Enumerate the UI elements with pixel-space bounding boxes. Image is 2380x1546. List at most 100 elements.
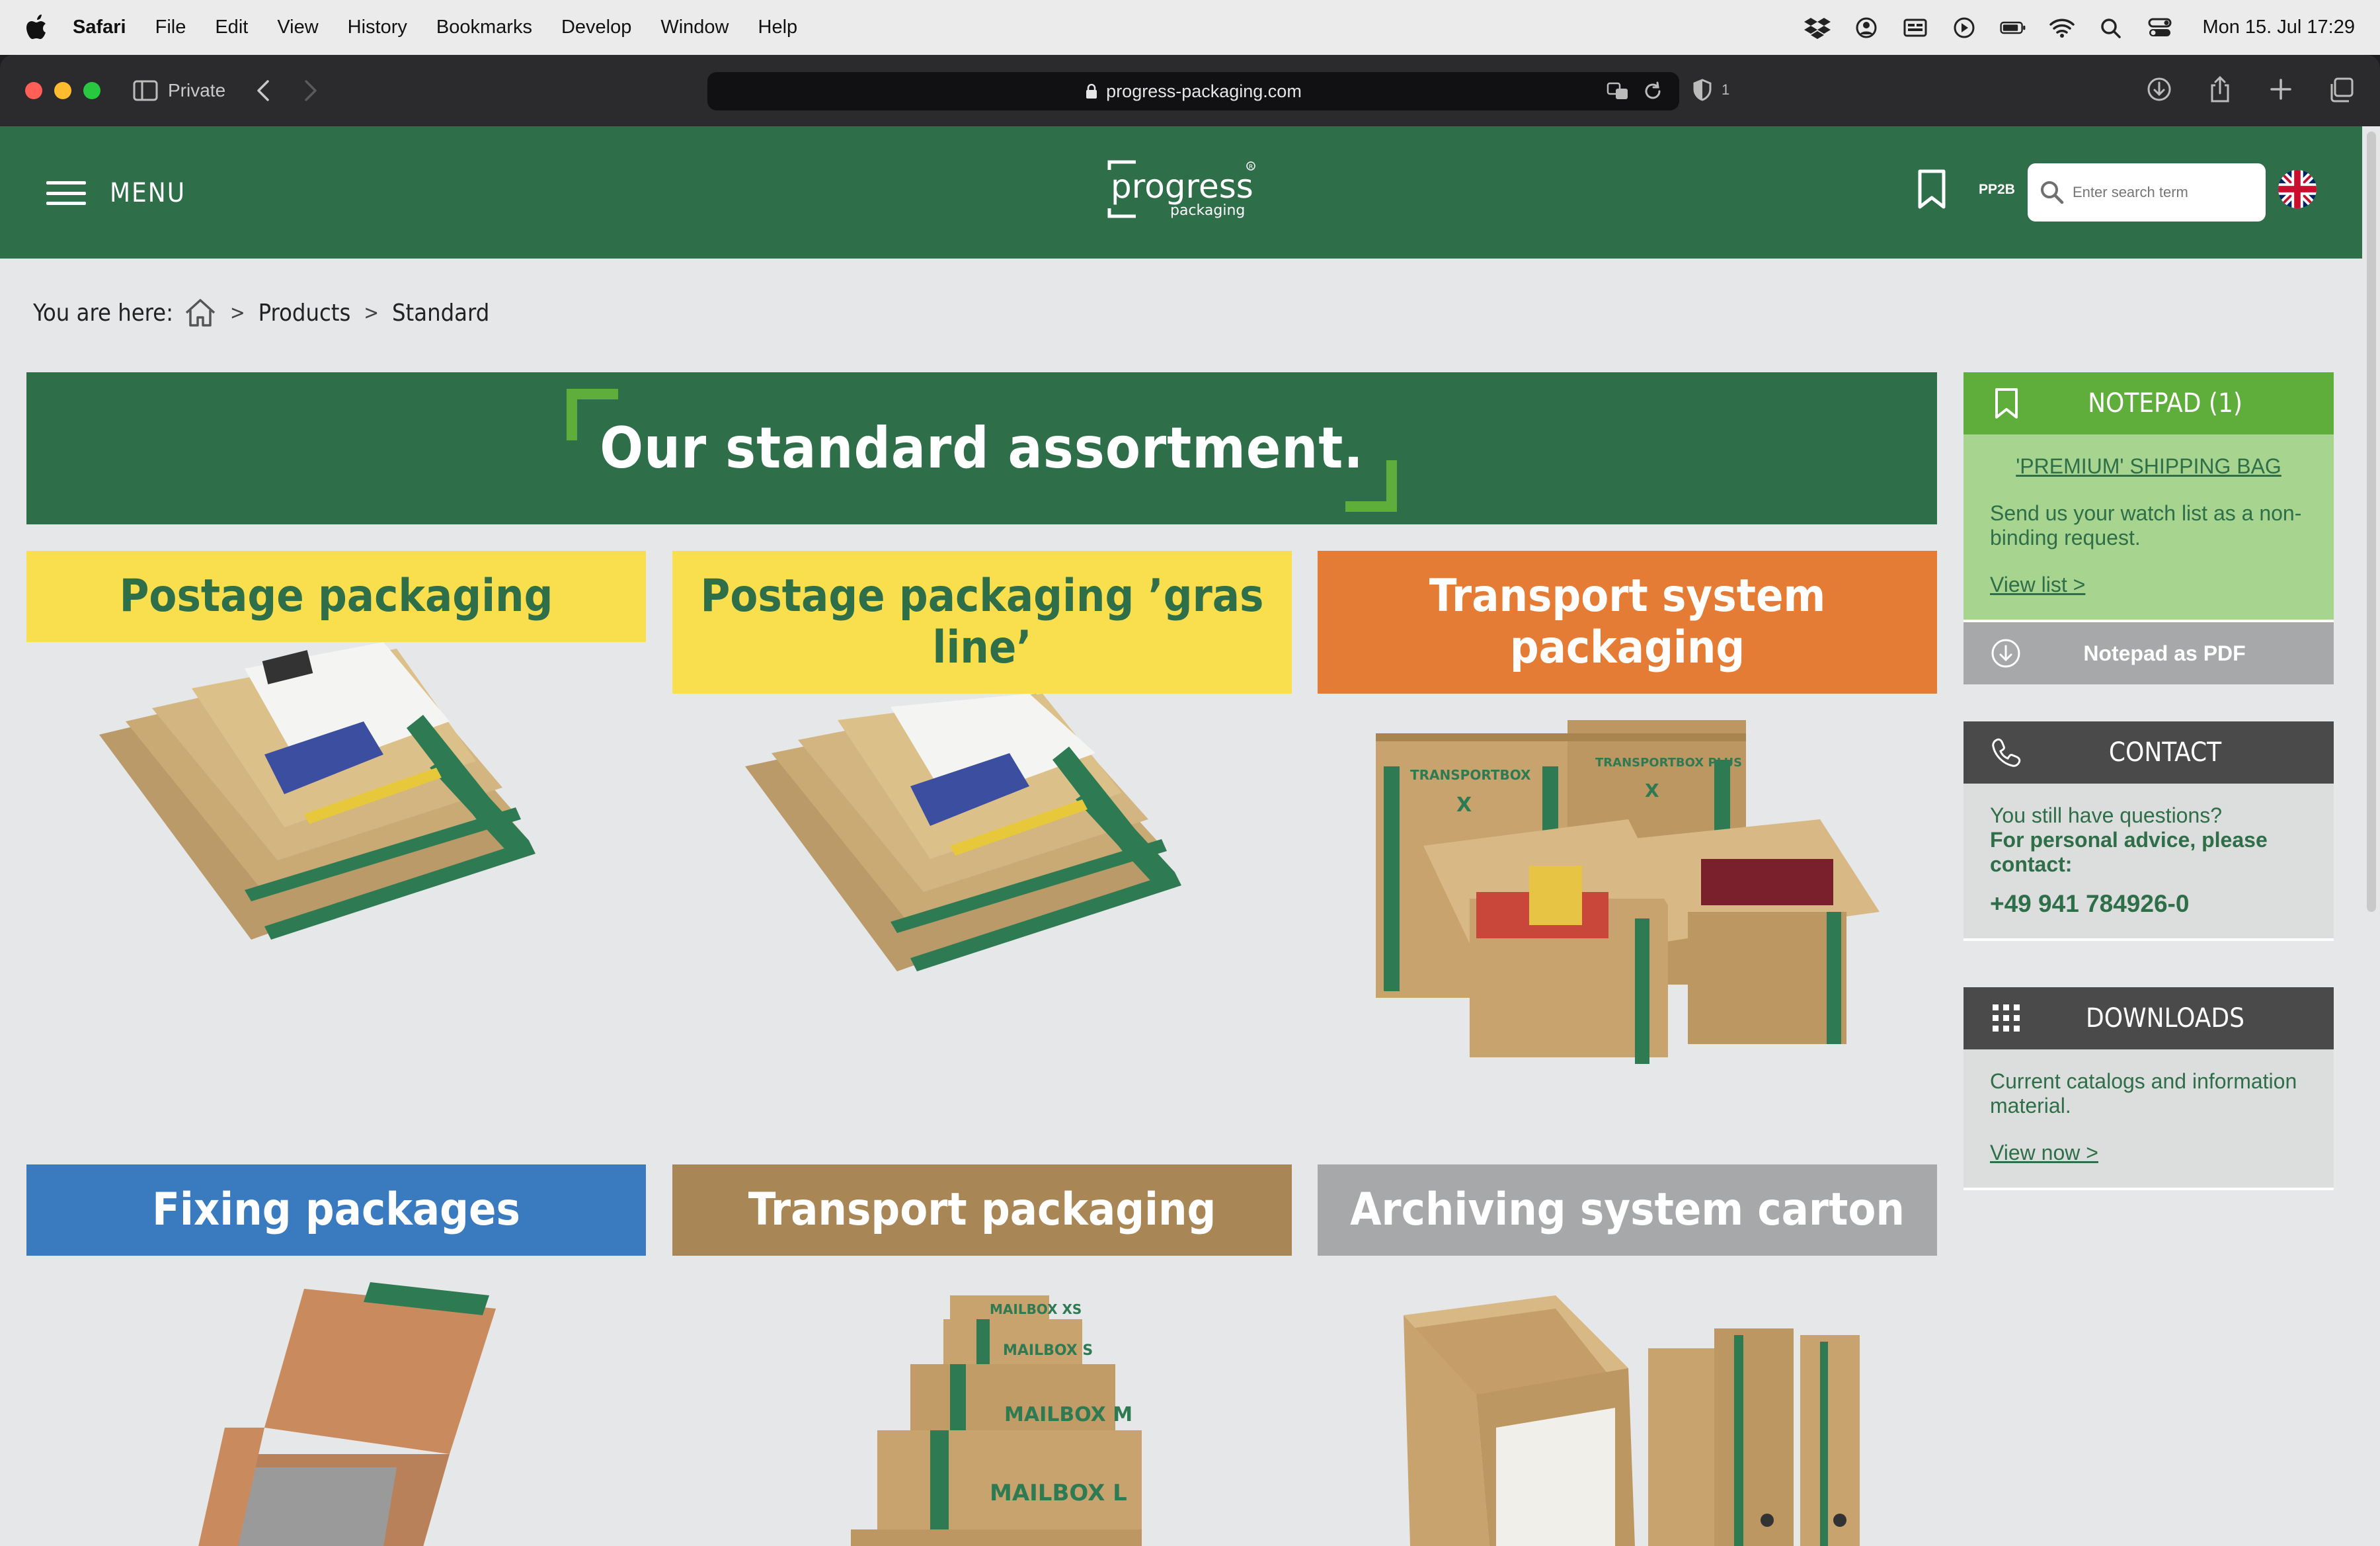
contact-advice: For personal advice, please contact: [1990, 828, 2268, 876]
product-image-fixing-packages[interactable] [26, 1256, 646, 1546]
play-icon[interactable] [1951, 17, 1977, 39]
menu-help[interactable]: Help [758, 17, 798, 38]
menu-view[interactable]: View [277, 17, 318, 38]
contact-phone-number[interactable]: +49 941 784926-0 [1990, 891, 2307, 916]
spotlight-search-icon[interactable] [2098, 17, 2124, 39]
product-card-postage-packaging[interactable]: Postage packaging [26, 551, 646, 1039]
downloads-body: Current catalogs and information materia… [1964, 1049, 2334, 1190]
menu-label: MENU [110, 178, 186, 208]
apple-logo-icon[interactable] [25, 14, 48, 41]
control-center-icon[interactable] [2147, 17, 2173, 39]
product-image-postage-packaging[interactable] [26, 642, 646, 1039]
tab-overview-icon[interactable] [2328, 75, 2355, 104]
new-tab-plus-icon[interactable] [2268, 75, 2294, 104]
hero-banner: Our standard assortment. [26, 372, 1937, 524]
view-now-link[interactable]: View now > [1990, 1141, 2307, 1165]
reload-icon[interactable] [1642, 81, 1665, 101]
menu-bookmarks[interactable]: Bookmarks [436, 17, 532, 38]
archive-cartons-image [1404, 1295, 1860, 1546]
window-controls [25, 82, 100, 99]
hamburger-icon [46, 181, 86, 205]
dropbox-icon[interactable] [1804, 17, 1831, 39]
menu-edit[interactable]: Edit [215, 17, 248, 38]
contact-question: You still have questions? [1990, 803, 2223, 827]
downloads-icon[interactable] [2146, 75, 2172, 104]
product-title[interactable]: Transport system packaging [1318, 551, 1937, 694]
product-card-transport-packaging[interactable]: Transport packaging MAILBOX XS MAILBOX S… [672, 1164, 1292, 1546]
product-image-archiving-system[interactable] [1318, 1256, 1937, 1546]
product-title[interactable]: Postage packaging [26, 551, 646, 642]
product-card-postage-packaging-gras-line[interactable]: Postage packaging ’gras line’ [672, 551, 1292, 1064]
search-box [2028, 163, 2266, 222]
battery-icon[interactable] [2000, 17, 2026, 39]
pp2b-link[interactable]: PP2B [1979, 182, 2015, 198]
menu-button[interactable]: MENU [46, 178, 186, 208]
menu-develop[interactable]: Develop [561, 17, 631, 38]
uk-flag-language-icon[interactable] [2278, 170, 2317, 208]
box-label-x: X [1645, 780, 1659, 801]
user-account-icon[interactable] [1853, 17, 1880, 39]
shield-icon [1693, 79, 1712, 101]
contact-body: You still have questions? For personal a… [1964, 784, 2334, 941]
product-card-transport-system-packaging[interactable]: Transport system packaging TRANSPORTBOX … [1318, 551, 1937, 1064]
product-card-archiving-system-carton[interactable]: Archiving system carton [1318, 1164, 1937, 1546]
macos-menubar: Safari File Edit View History Bookmarks … [0, 0, 2380, 55]
product-image-gras-line[interactable] [672, 694, 1292, 1064]
notepad-header[interactable]: NOTEPAD (1) [1964, 372, 2334, 434]
notepad-description: Send us your watch list as a non-binding… [1990, 501, 2302, 549]
privacy-report-button[interactable]: 1 [1692, 79, 1729, 101]
page-scrollbar[interactable] [2367, 132, 2376, 912]
product-title[interactable]: Transport packaging [672, 1164, 1292, 1256]
transport-boxes-image: TRANSPORTBOX X TRANSPORTBOX PLUS X [1376, 720, 1880, 1064]
breadcrumb-item-standard: Standard [391, 299, 490, 327]
close-window-button[interactable] [25, 82, 42, 99]
menu-window[interactable]: Window [660, 17, 729, 38]
menu-app-name[interactable]: Safari [73, 17, 126, 38]
product-image-transport-packaging[interactable]: MAILBOX XS MAILBOX S MAILBOX M MAILBOX L [672, 1256, 1292, 1546]
page-viewport: MENU progress packaging R PP2B You are h… [0, 126, 2380, 1546]
breadcrumb-item-products[interactable]: Products [258, 300, 351, 327]
sidebar-icon [133, 80, 158, 101]
view-list-link[interactable]: View list > [1990, 573, 2307, 597]
bookmark-icon [1995, 388, 2018, 419]
sidebar-downloads: DOWNLOADS Current catalogs and informati… [1964, 987, 2334, 1190]
product-title[interactable]: Archiving system carton [1318, 1164, 1937, 1256]
breadcrumb-separator: > [230, 301, 245, 325]
contact-header[interactable]: CONTACT [1964, 721, 2334, 784]
wifi-icon[interactable] [2049, 17, 2075, 39]
address-bar[interactable]: progress-packaging.com [707, 72, 1679, 110]
notepad-item-link[interactable]: 'PREMIUM' SHIPPING BAG [1990, 454, 2307, 479]
translate-icon[interactable] [1606, 81, 1629, 101]
mailbox-stack-image: MAILBOX XS MAILBOX S MAILBOX M MAILBOX L [851, 1295, 1142, 1546]
fixing-package-image [198, 1282, 496, 1546]
lock-icon [1086, 83, 1097, 99]
search-icon[interactable] [2040, 180, 2065, 205]
contact-title: CONTACT [2108, 737, 2222, 768]
product-title[interactable]: Postage packaging ’gras line’ [672, 551, 1292, 694]
menu-history[interactable]: History [348, 17, 407, 38]
home-icon[interactable] [184, 298, 217, 327]
envelope-stack-image [99, 642, 536, 940]
product-title[interactable]: Fixing packages [26, 1164, 646, 1256]
downloads-header[interactable]: DOWNLOADS [1964, 987, 2334, 1049]
private-label: Private [168, 80, 226, 101]
progress-logo[interactable]: progress packaging R [1105, 159, 1257, 225]
browser-toolbar: Private progress-packaging.com 1 [0, 55, 2380, 126]
menubar-clock[interactable]: Mon 15. Jul 17:29 [2202, 17, 2355, 38]
menu-file[interactable]: File [155, 17, 186, 38]
share-icon[interactable] [2207, 75, 2233, 104]
notepad-bookmark-icon[interactable] [1915, 169, 1949, 210]
minimize-window-button[interactable] [54, 82, 71, 99]
product-image-transport-system[interactable]: TRANSPORTBOX X TRANSPORTBOX PLUS X [1318, 694, 1937, 1064]
product-card-fixing-packages[interactable]: Fixing packages [26, 1164, 646, 1546]
phone-icon [1992, 738, 2021, 767]
forward-arrow-icon[interactable] [298, 79, 322, 102]
sidebar-toggle-button[interactable]: Private [132, 79, 225, 102]
site-header: MENU progress packaging R PP2B [0, 126, 2362, 259]
zoom-window-button[interactable] [83, 82, 100, 99]
tracker-count: 1 [1722, 81, 1730, 98]
display-icon[interactable] [1902, 17, 1928, 39]
back-arrow-icon[interactable] [252, 79, 276, 102]
search-input[interactable] [2073, 184, 2258, 201]
notepad-pdf-button[interactable]: Notepad as PDF [1964, 622, 2334, 684]
